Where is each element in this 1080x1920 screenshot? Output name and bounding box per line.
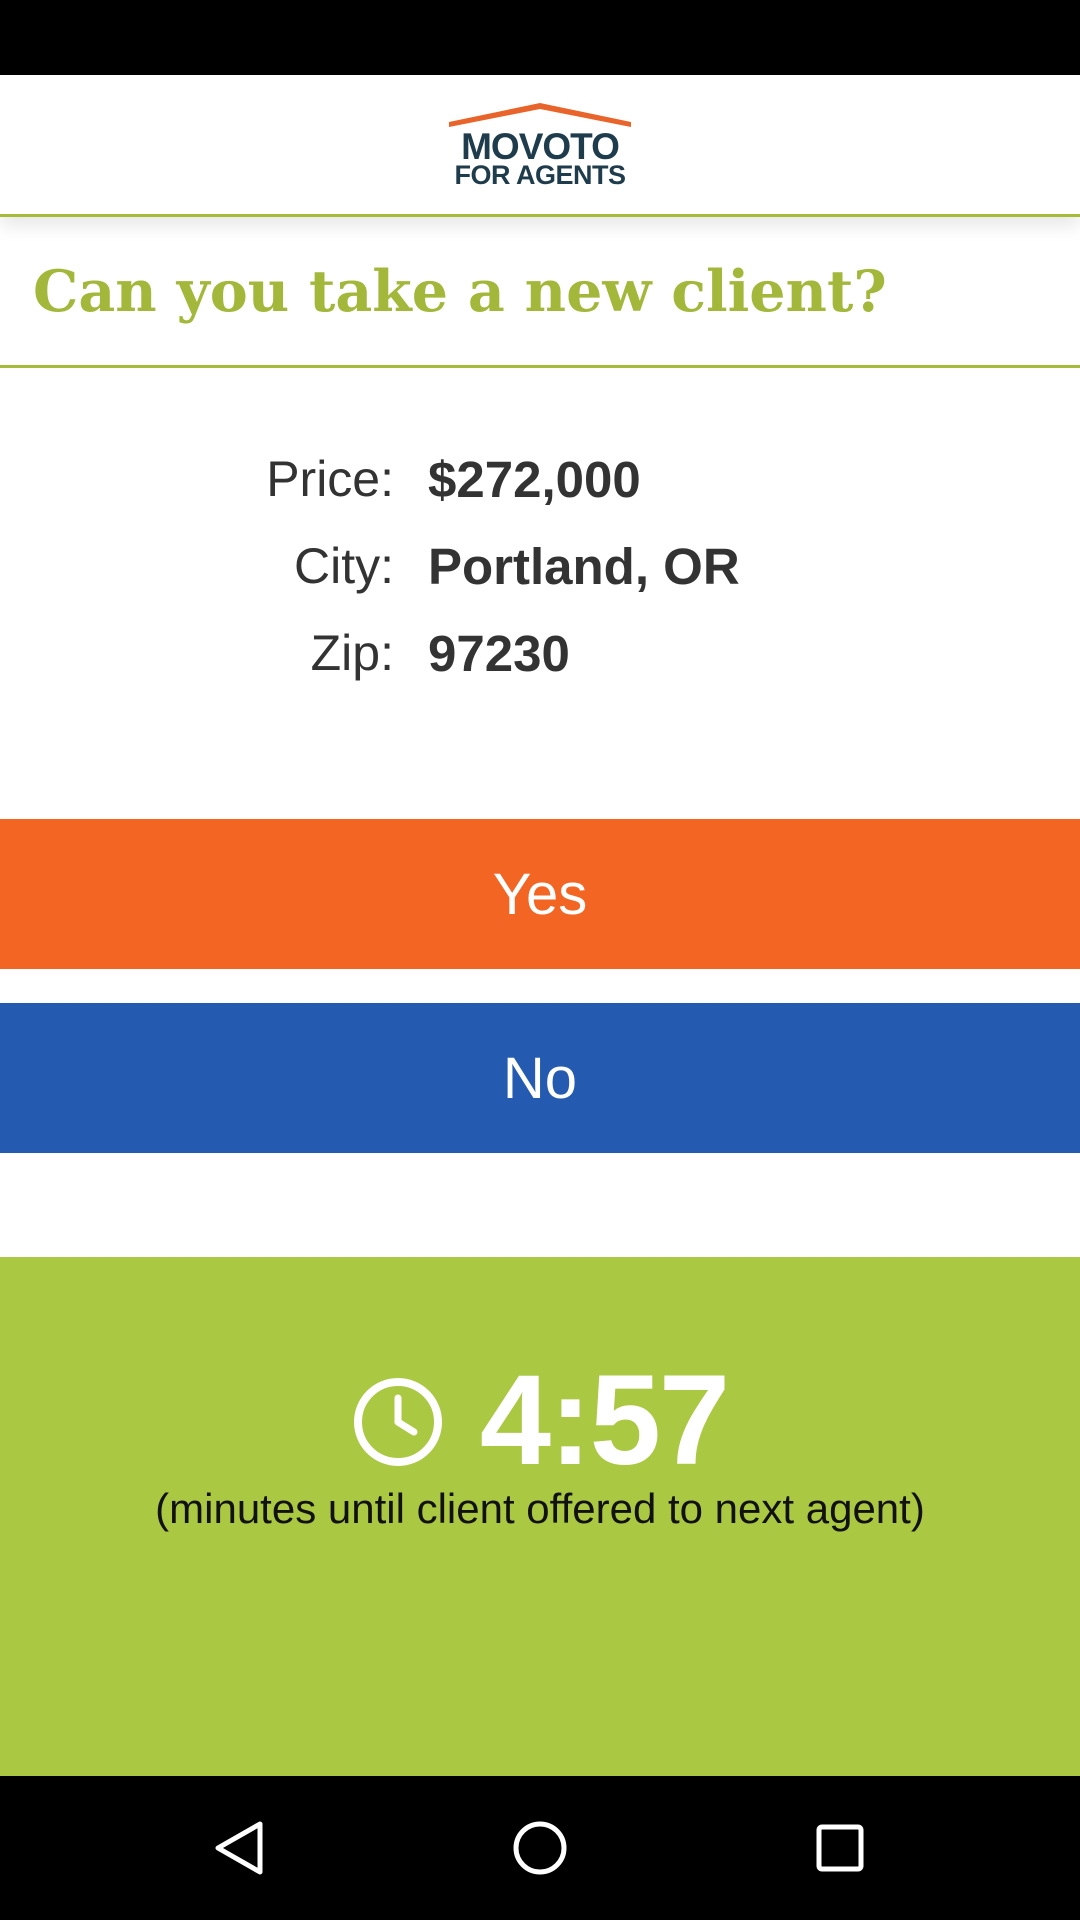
countdown-row: 4:57 <box>0 1349 1080 1492</box>
back-triangle-icon <box>215 1821 263 1875</box>
price-value: $272,000 <box>428 451 641 508</box>
countdown-value: 4:57 <box>479 1348 730 1492</box>
client-details: Price: $272,000 City: Portland, OR Zip: … <box>0 440 1080 701</box>
countdown-panel: 4:57 (minutes until client offered to ne… <box>0 1257 1080 1776</box>
question-title: Can you take a new client? <box>33 258 887 325</box>
price-row: Price: $272,000 <box>0 440 1080 527</box>
yes-button[interactable]: Yes <box>0 819 1080 969</box>
home-circle-icon <box>513 1821 567 1875</box>
clock-icon <box>353 1378 442 1466</box>
city-label: City: <box>294 538 394 594</box>
back-button[interactable] <box>195 1803 285 1893</box>
countdown-caption: (minutes until client offered to next ag… <box>155 1485 925 1532</box>
question-panel: Can you take a new client? <box>0 218 1080 368</box>
recents-square-icon <box>816 1824 864 1872</box>
yes-button-label: Yes <box>492 861 588 927</box>
logo-line-2: FOR AGENTS <box>454 159 626 190</box>
system-navigation-bar <box>0 1776 1080 1920</box>
app-screen: MOVOTO FOR AGENTS Can you take a new cli… <box>0 0 1080 1920</box>
status-bar <box>0 0 1080 75</box>
price-label: Price: <box>266 451 394 507</box>
no-button-label: No <box>502 1045 578 1111</box>
city-row: City: Portland, OR <box>0 527 1080 614</box>
zip-row: Zip: 97230 <box>0 614 1080 701</box>
logo-line-1: MOVOTO <box>461 125 620 167</box>
recents-button[interactable] <box>795 1803 885 1893</box>
zip-value: 97230 <box>428 625 570 682</box>
app-header: MOVOTO FOR AGENTS <box>0 75 1080 217</box>
city-value: Portland, OR <box>428 538 740 595</box>
movoto-logo: MOVOTO FOR AGENTS <box>449 100 631 190</box>
home-button[interactable] <box>495 1803 585 1893</box>
zip-label: Zip: <box>310 625 394 681</box>
no-button[interactable]: No <box>0 1003 1080 1153</box>
